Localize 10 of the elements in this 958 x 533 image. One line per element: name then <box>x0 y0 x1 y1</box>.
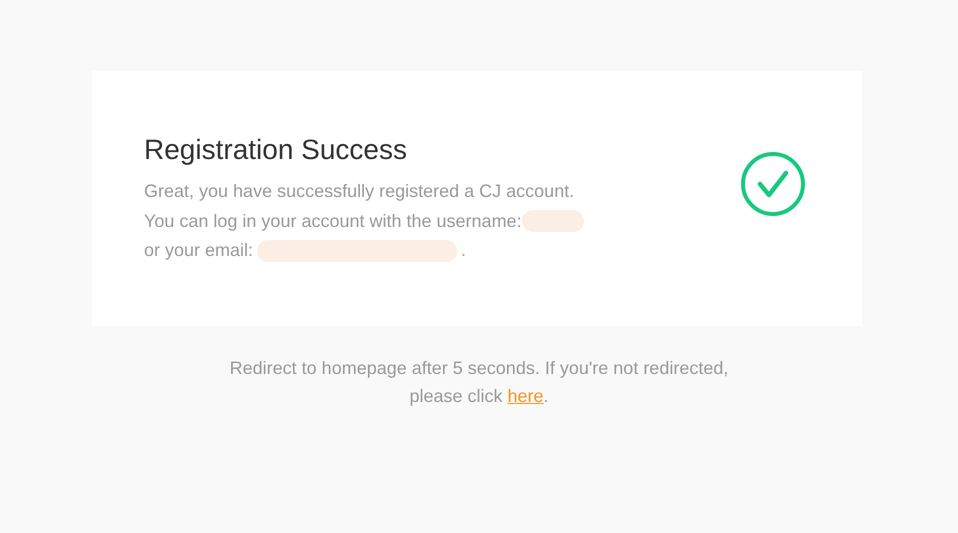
redirect-text: Redirect to homepage after 5 seconds. If you're not redirected, <box>228 357 730 380</box>
card-title: Registration Success <box>144 133 408 167</box>
message-text: or your email: <box>144 239 254 262</box>
period-mark: . <box>544 386 549 406</box>
redirect-text: please click <box>409 386 504 406</box>
message-text: You can log in your account with the username: <box>144 210 522 233</box>
period-mark: . <box>461 239 466 262</box>
check-circle-icon <box>740 151 806 217</box>
message-text: Great, you have successfully registered a CJ account. <box>144 180 574 203</box>
here-link[interactable]: here <box>508 386 544 406</box>
